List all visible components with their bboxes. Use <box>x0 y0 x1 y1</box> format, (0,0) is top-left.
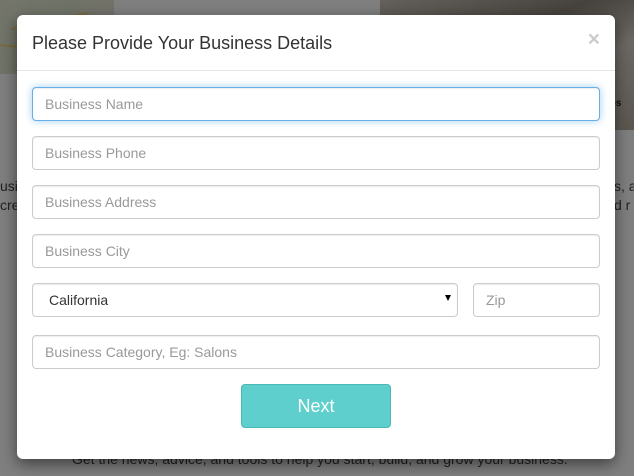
zip-input[interactable] <box>473 283 600 317</box>
business-details-modal: Please Provide Your Business Details × C… <box>17 15 615 459</box>
state-select[interactable]: California <box>32 283 458 317</box>
business-address-input[interactable] <box>32 185 600 219</box>
business-name-input[interactable] <box>32 87 600 121</box>
next-button[interactable]: Next <box>241 384 391 428</box>
business-phone-input[interactable] <box>32 136 600 170</box>
business-category-input[interactable] <box>32 335 600 369</box>
state-select-value: California <box>49 292 109 308</box>
business-city-input[interactable] <box>32 234 600 268</box>
modal-title: Please Provide Your Business Details <box>32 33 333 53</box>
close-button[interactable]: × <box>588 29 600 50</box>
dropdown-arrow-icon <box>445 295 451 301</box>
modal-header: Please Provide Your Business Details × <box>17 15 615 71</box>
